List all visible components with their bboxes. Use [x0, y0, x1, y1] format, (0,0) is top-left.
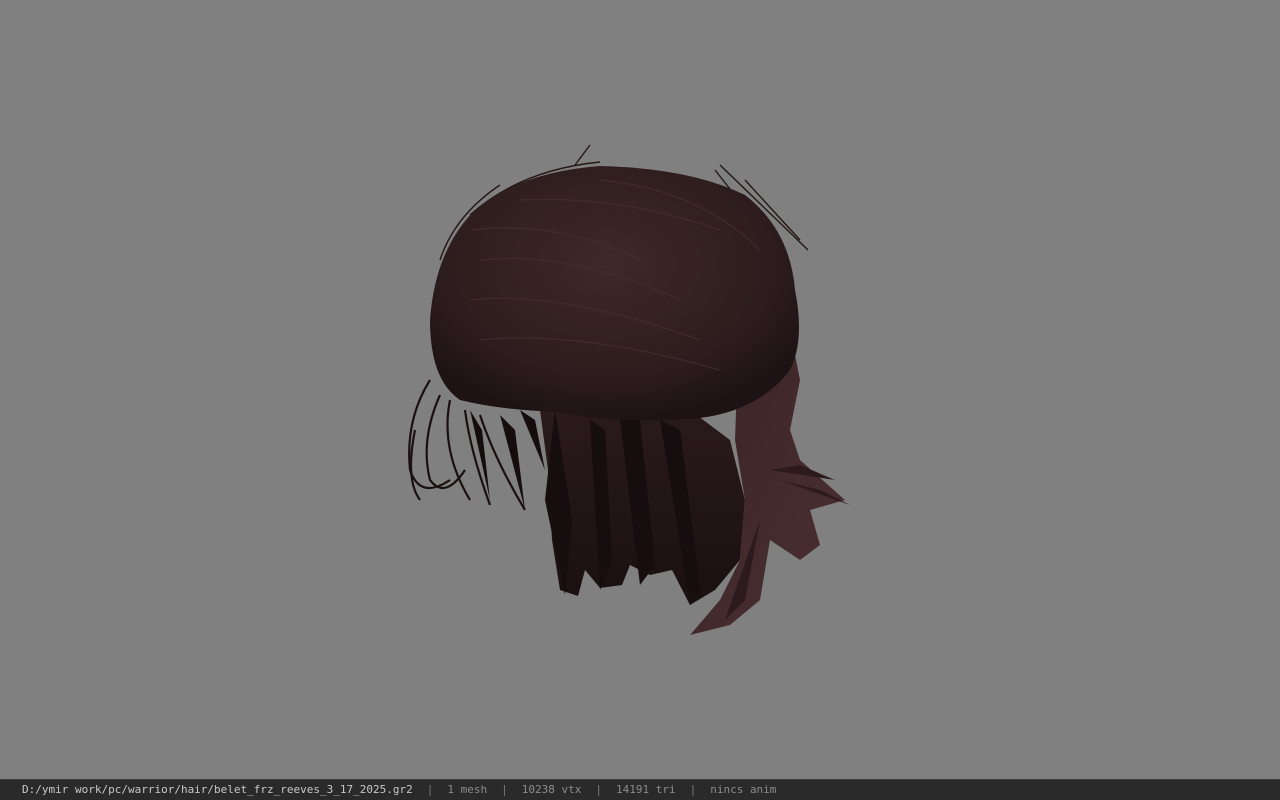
- status-separator: |: [689, 783, 697, 796]
- left-strand-tips: [470, 410, 545, 510]
- status-separator: |: [426, 783, 434, 796]
- 3d-viewport[interactable]: [0, 0, 1280, 779]
- anim-status-label: nincs anim: [710, 783, 777, 796]
- status-separator: |: [595, 783, 602, 796]
- triangle-count-label: 14191 tri: [615, 783, 676, 796]
- mesh-count-label: 1 mesh: [447, 783, 488, 796]
- file-path-label: D:/ymir work/pc/warrior/hair/belet_frz_r…: [22, 783, 413, 796]
- status-bar: D:/ymir work/pc/warrior/hair/belet_frz_r…: [0, 779, 1280, 800]
- status-separator: |: [501, 783, 508, 796]
- vertex-count-label: 10238 vtx: [521, 783, 582, 796]
- hair-model: [408, 144, 850, 635]
